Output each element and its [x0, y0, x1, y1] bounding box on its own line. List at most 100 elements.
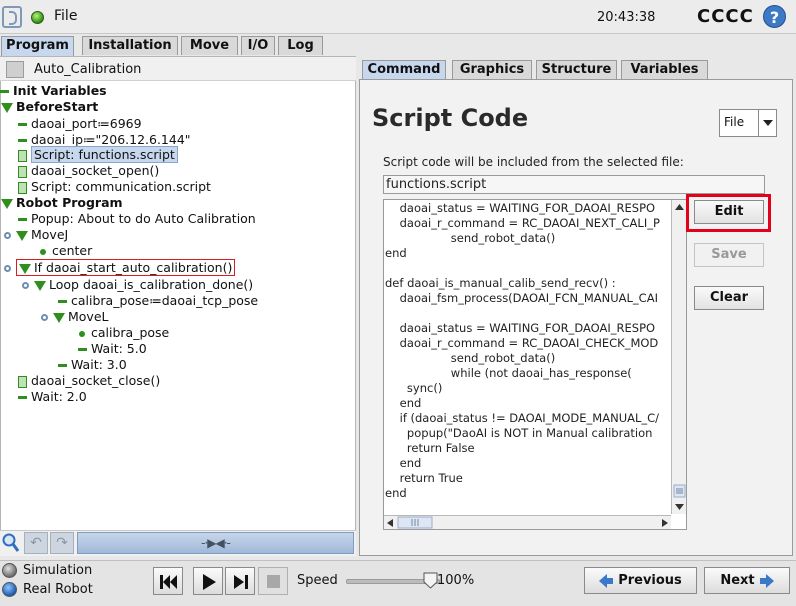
tree-node[interactable]: Popup: About to do Auto Calibration [18, 211, 256, 227]
code-line: daoai_r_command = RC_DAOAI_NEXT_CALI_P [385, 216, 660, 230]
tab-log[interactable]: Log [278, 36, 323, 55]
code-line: if (daoai_status != DAOAI_MODE_MANUAL_C/ [385, 411, 660, 425]
tree-node-beforestart[interactable]: BeforeStart [1, 99, 98, 115]
next-label: Next [720, 573, 755, 588]
clear-button[interactable]: Clear [694, 286, 764, 310]
code-text: daoai_status = WAITING_FOR_DAOAI_RESPO d… [385, 201, 670, 514]
play-icon [203, 574, 216, 590]
script-file-field[interactable]: functions.script [383, 175, 765, 194]
real-robot-label: Real Robot [23, 582, 93, 597]
arrow-right-icon [765, 573, 774, 588]
script-icon [18, 181, 27, 194]
tree-node-label: daoai_port≔6969 [31, 116, 142, 131]
tree-node-label: calibra_pose≔daoai_tcp_pose [71, 293, 259, 308]
top-bar [0, 0, 796, 34]
expand-triangle-icon [16, 230, 28, 241]
speed-slider-thumb[interactable] [423, 572, 438, 589]
redo-icon[interactable]: ↷ [50, 532, 74, 554]
search-icon[interactable] [1, 532, 20, 554]
tree-node[interactable]: daoai_socket_open() [18, 163, 159, 179]
code-line: daoai_r_command = RC_DAOAI_CHECK_MOD [385, 336, 659, 350]
dash-icon [58, 364, 67, 367]
file-menu[interactable]: File [54, 8, 77, 24]
pin-icon [4, 265, 11, 272]
undo-icon[interactable]: ↶ [24, 532, 48, 554]
tree-node[interactable]: daoai_socket_close() [18, 373, 160, 389]
skip-back-button[interactable] [153, 567, 183, 595]
tree-node[interactable]: daoai_port≔6969 [18, 116, 142, 132]
tree-node[interactable]: MoveL [41, 309, 109, 325]
tree-node-init-variables[interactable]: Init Variables [0, 83, 107, 99]
tab-move[interactable]: Move [181, 36, 238, 55]
scrollbar-arrows-icon [387, 516, 668, 529]
pin-icon [22, 282, 29, 289]
tree-node[interactable]: calibra_pose≔daoai_tcp_pose [58, 293, 258, 309]
tab-program[interactable]: Program [1, 36, 74, 56]
tab-io[interactable]: I/O [241, 36, 275, 55]
tree-node[interactable]: MoveJ [4, 227, 68, 243]
expand-triangle-icon [19, 263, 31, 274]
code-line: end [385, 486, 407, 500]
pin-icon [41, 314, 48, 321]
tree-node-label: daoai_ip≔"206.12.6.144" [31, 132, 191, 147]
tree-node[interactable]: Wait: 5.0 [78, 341, 147, 357]
tab-structure[interactable]: Structure [536, 60, 617, 79]
robot-status-icon [31, 11, 44, 24]
tree-node-label: BeforeStart [16, 99, 99, 114]
program-file-icon [6, 61, 24, 78]
dash-icon [18, 218, 27, 221]
tree-node-label: center [52, 243, 93, 258]
stop-button[interactable] [258, 567, 288, 595]
tree-node[interactable]: Wait: 3.0 [58, 357, 127, 373]
save-button[interactable]: Save [694, 243, 764, 267]
tree-node[interactable]: Loop daoai_is_calibration_done() [22, 277, 253, 293]
expand-triangle-icon [53, 312, 65, 323]
tree-node-selected[interactable]: Script: functions.script [18, 146, 178, 163]
script-mode-value: File [724, 115, 745, 129]
tree-node-robot-program[interactable]: Robot Program [1, 195, 123, 211]
tree-node-label: calibra_pose [91, 325, 170, 340]
tree-node[interactable]: Script: communication.script [18, 179, 211, 195]
edit-button-highlight [686, 194, 771, 232]
tree-node-highlighted[interactable]: If daoai_start_auto_calibration() [4, 259, 236, 276]
waypoint-icon [40, 248, 46, 255]
code-line: end [385, 396, 422, 410]
dash-icon [58, 300, 67, 303]
tree-node-label: MoveL [68, 309, 109, 324]
next-button[interactable]: Next [704, 567, 790, 594]
code-line: send_robot_data() [385, 351, 556, 365]
code-vertical-scrollbar[interactable] [671, 200, 686, 514]
simulation-label: Simulation [23, 563, 93, 578]
waypoint-icon [79, 330, 85, 337]
help-icon[interactable]: ? [763, 5, 786, 28]
dash-icon [18, 139, 27, 142]
tree-node-label: Init Variables [13, 83, 107, 98]
tab-command[interactable]: Command [362, 60, 446, 80]
real-robot-radio[interactable] [2, 582, 17, 597]
tab-installation[interactable]: Installation [82, 36, 178, 55]
previous-label: Previous [618, 573, 682, 588]
code-horizontal-scrollbar[interactable] [384, 515, 671, 529]
dash-icon [78, 348, 87, 351]
code-line: return True [385, 471, 463, 485]
tab-graphics[interactable]: Graphics [452, 60, 532, 79]
code-line: daoai_status = WAITING_FOR_DAOAI_RESPO [385, 321, 656, 335]
simulation-radio[interactable] [2, 563, 17, 578]
step-button[interactable] [225, 567, 255, 595]
skip-back-icon [160, 575, 177, 589]
script-icon [18, 165, 27, 178]
page-title: Script Code [372, 104, 529, 132]
tab-variables[interactable]: Variables [621, 60, 708, 79]
tree-node[interactable]: center [40, 243, 92, 259]
tree-node-label: Wait: 5.0 [91, 341, 147, 356]
dash-icon [18, 123, 27, 126]
tree-node[interactable]: calibra_pose [79, 325, 169, 341]
previous-button[interactable]: Previous [584, 567, 697, 594]
code-line: while (not daoai_has_response( [385, 366, 632, 380]
code-line: daoai_fsm_process(DAOAI_FCN_MANUAL_CAI [385, 291, 658, 305]
robot-name: CCCC [697, 6, 754, 27]
tree-node[interactable]: Wait: 2.0 [18, 389, 87, 405]
play-button[interactable] [193, 567, 223, 595]
tree-drag-handle[interactable]: -·▶◀·- [77, 532, 354, 554]
chevron-down-icon[interactable] [758, 110, 776, 136]
